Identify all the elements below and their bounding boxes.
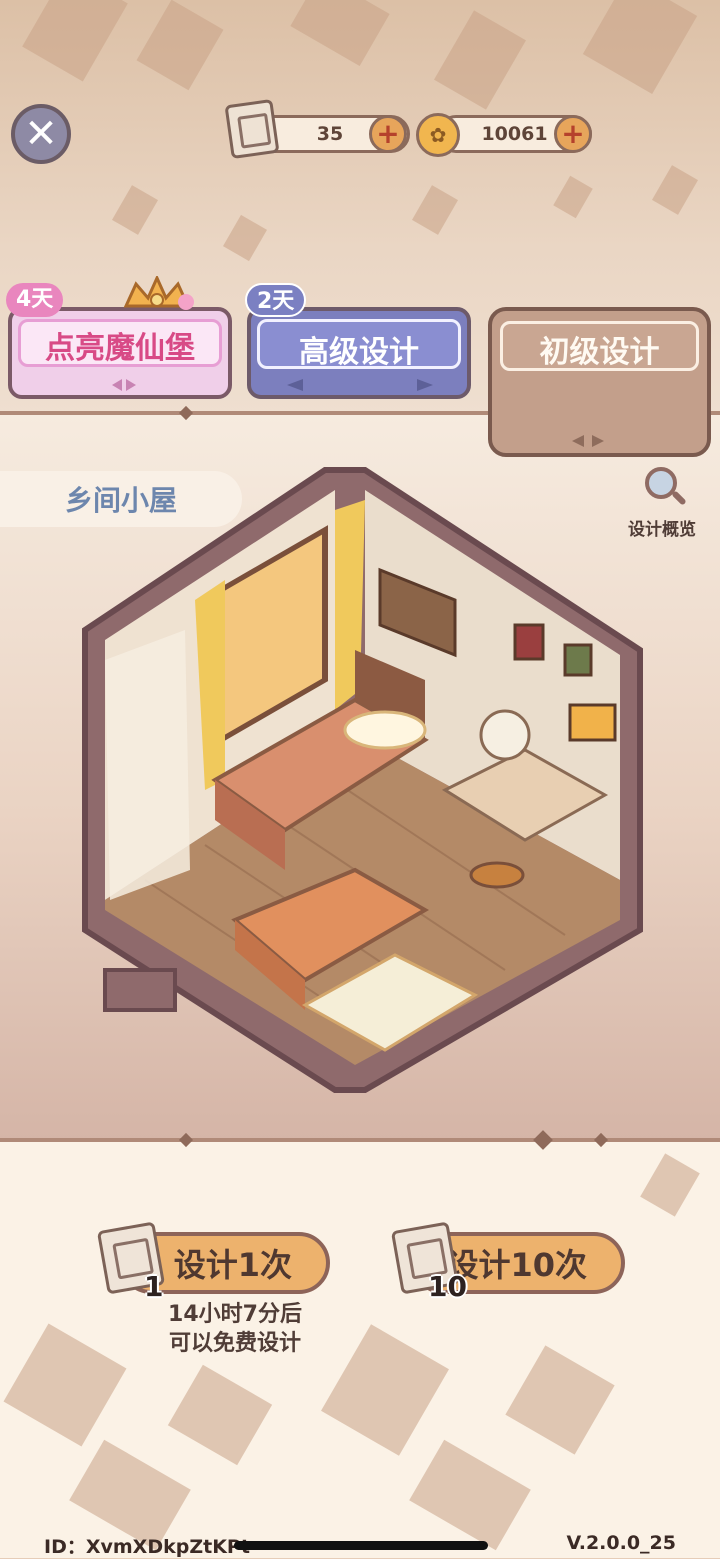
tab-ornament [126,379,136,391]
home-indicator[interactable] [234,1541,488,1550]
tab-light-castle[interactable]: 点亮魔仙堡 [8,307,232,399]
coin-icon: ✿ [416,113,460,157]
advanced-days-badge: 2天 [245,283,307,317]
tab-advanced-design[interactable]: 高级设计 [247,307,471,399]
version-label: V.2.0.0_25 [566,1532,676,1554]
castle-crown-icon [118,274,196,316]
design-once-cost: 1 [144,1270,164,1303]
castle-days-badge: 4天 [6,283,64,317]
tab-ornament [592,435,604,447]
coin-count: 10061 [481,123,548,145]
tab-label: 高级设计 [299,335,419,370]
action-panel-background [0,1140,720,1558]
tab-ornament [112,379,122,391]
free-design-hint: 可以免费设计 [168,1331,301,1356]
scroll-count: 35 [316,123,344,145]
tab-label: 点亮魔仙堡 [45,331,195,366]
plus-icon: + [561,117,585,150]
close-icon: ✕ [24,111,58,157]
free-design-timer: 14小时7分后 [168,1302,302,1327]
tab-basic-design[interactable]: 初级设计 [488,307,711,457]
tab-ornament [417,379,433,391]
tab-ornament [287,379,303,391]
add-scrolls-button[interactable]: + [369,115,407,153]
tab-ornament [572,435,584,447]
close-button[interactable]: ✕ [11,104,71,164]
design-ten-cost: 10 [428,1270,467,1303]
plus-icon: + [376,117,400,150]
divider-bottom [0,1138,720,1142]
tab-label: 初级设计 [539,335,660,370]
design-ten-label: 设计10次 [446,1246,587,1284]
add-coins-button[interactable]: + [554,115,592,153]
room-illustration [65,450,660,1105]
player-id: ID：XvmXDkpZtKPt [44,1536,250,1558]
scroll-icon [224,98,280,160]
design-once-label: 设计1次 [173,1246,292,1284]
